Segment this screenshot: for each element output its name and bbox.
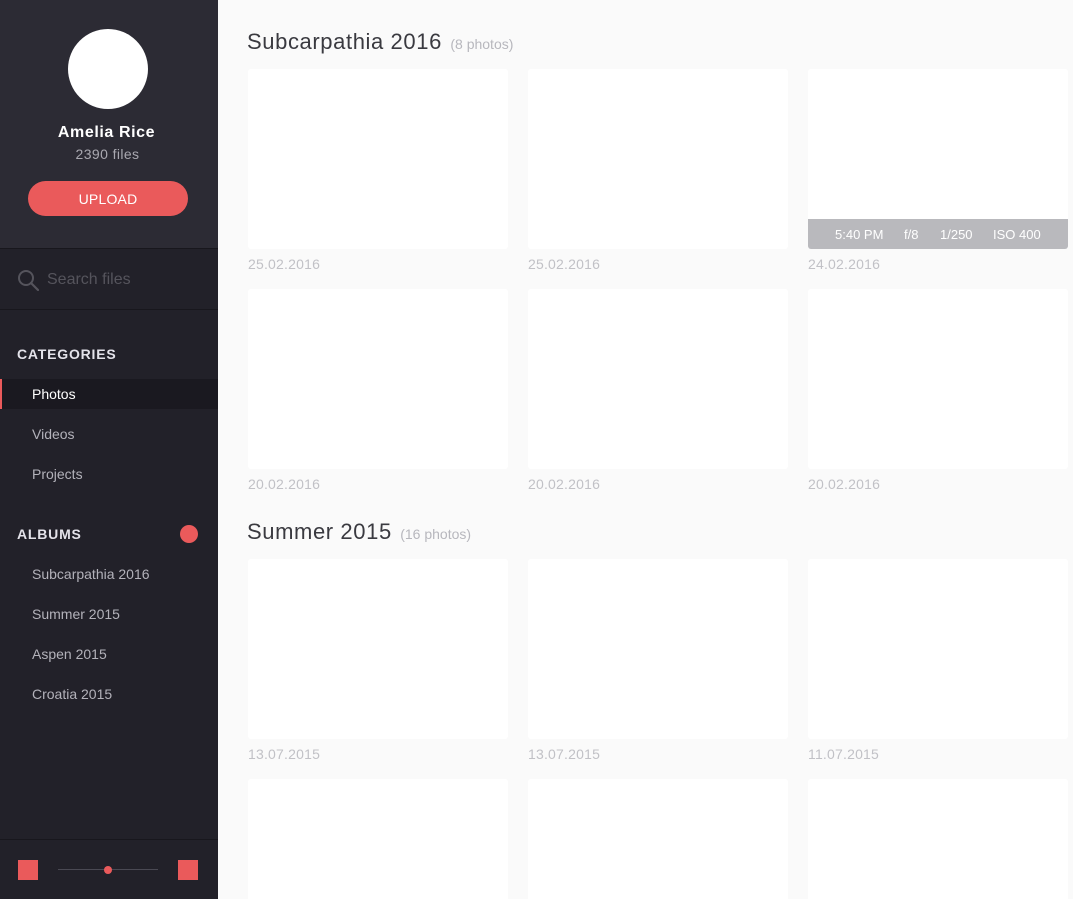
- album-title[interactable]: Subcarpathia 2016: [247, 29, 442, 54]
- photo-date: 20.02.2016: [808, 476, 881, 492]
- photo-thumbnail[interactable]: [528, 559, 788, 739]
- photo-thumbnail[interactable]: [248, 779, 508, 899]
- photo-thumbnail[interactable]: [528, 289, 788, 469]
- gallery: Subcarpathia 2016 (8 photos) 25.02.2016 …: [218, 0, 1073, 899]
- slider-handle[interactable]: [104, 866, 112, 874]
- exif-overlay: 5:40 PM f/8 1/250 ISO 400: [808, 219, 1068, 249]
- photo-date: 11.07.2015: [808, 746, 880, 762]
- album-title[interactable]: Summer 2015: [247, 519, 392, 544]
- album-heading: Subcarpathia 2016 (8 photos): [247, 29, 513, 55]
- photo-thumbnail-hovered[interactable]: 5:40 PM f/8 1/250 ISO 400: [808, 69, 1068, 249]
- album-photo-count: (8 photos): [450, 36, 514, 52]
- photo-thumbnail[interactable]: [528, 779, 788, 899]
- exif-shutter: 1/250: [940, 226, 973, 242]
- small-thumbnails-icon[interactable]: [18, 860, 38, 880]
- add-album-button[interactable]: [180, 525, 198, 543]
- sidebar-item-photos[interactable]: Photos: [0, 379, 218, 409]
- search-icon[interactable]: [17, 269, 39, 291]
- search-input[interactable]: [47, 269, 207, 291]
- photo-thumbnail[interactable]: [528, 69, 788, 249]
- photo-thumbnail[interactable]: [248, 69, 508, 249]
- exif-aperture: f/8: [904, 226, 919, 242]
- file-count: 2390 files: [75, 146, 140, 162]
- sidebar-item-summer-2015[interactable]: Summer 2015: [0, 599, 218, 629]
- user-name: Amelia Rice: [57, 124, 156, 141]
- profile-panel: Amelia Rice 2390 files UPLOAD: [0, 0, 218, 249]
- upload-button[interactable]: UPLOAD: [28, 181, 188, 216]
- categories-heading: CATEGORIES: [17, 346, 117, 362]
- sidebar: Amelia Rice 2390 files UPLOAD CATEGORIES…: [0, 0, 218, 899]
- photo-date: 20.02.2016: [528, 476, 601, 492]
- photo-date: 25.02.2016: [248, 256, 321, 272]
- album-photo-count: (16 photos): [400, 526, 472, 542]
- photo-date: 13.07.2015: [528, 746, 601, 762]
- sidebar-item-projects[interactable]: Projects: [0, 459, 218, 489]
- album-heading: Summer 2015 (16 photos): [247, 519, 471, 545]
- albums-heading: ALBUMS: [17, 526, 82, 542]
- photo-thumbnail[interactable]: [248, 289, 508, 469]
- photo-thumbnail[interactable]: [808, 779, 1068, 899]
- photo-date: 25.02.2016: [528, 256, 601, 272]
- photo-date: 20.02.2016: [248, 476, 321, 492]
- sidebar-item-subcarpathia-2016[interactable]: Subcarpathia 2016: [0, 559, 218, 589]
- sidebar-item-aspen-2015[interactable]: Aspen 2015: [0, 639, 218, 669]
- photo-date: 24.02.2016: [808, 256, 881, 272]
- exif-time: 5:40 PM: [835, 226, 884, 242]
- sidebar-item-videos[interactable]: Videos: [0, 419, 218, 449]
- photo-thumbnail[interactable]: [248, 559, 508, 739]
- exif-iso: ISO 400: [993, 226, 1041, 242]
- photo-thumbnail[interactable]: [808, 559, 1068, 739]
- photo-thumbnail[interactable]: [808, 289, 1068, 469]
- search-bar: [0, 250, 218, 310]
- avatar[interactable]: [68, 29, 148, 109]
- large-thumbnails-icon[interactable]: [178, 860, 198, 880]
- photo-date: 13.07.2015: [248, 746, 321, 762]
- thumbnail-size-control: [0, 839, 218, 899]
- sidebar-item-croatia-2015[interactable]: Croatia 2015: [0, 679, 218, 709]
